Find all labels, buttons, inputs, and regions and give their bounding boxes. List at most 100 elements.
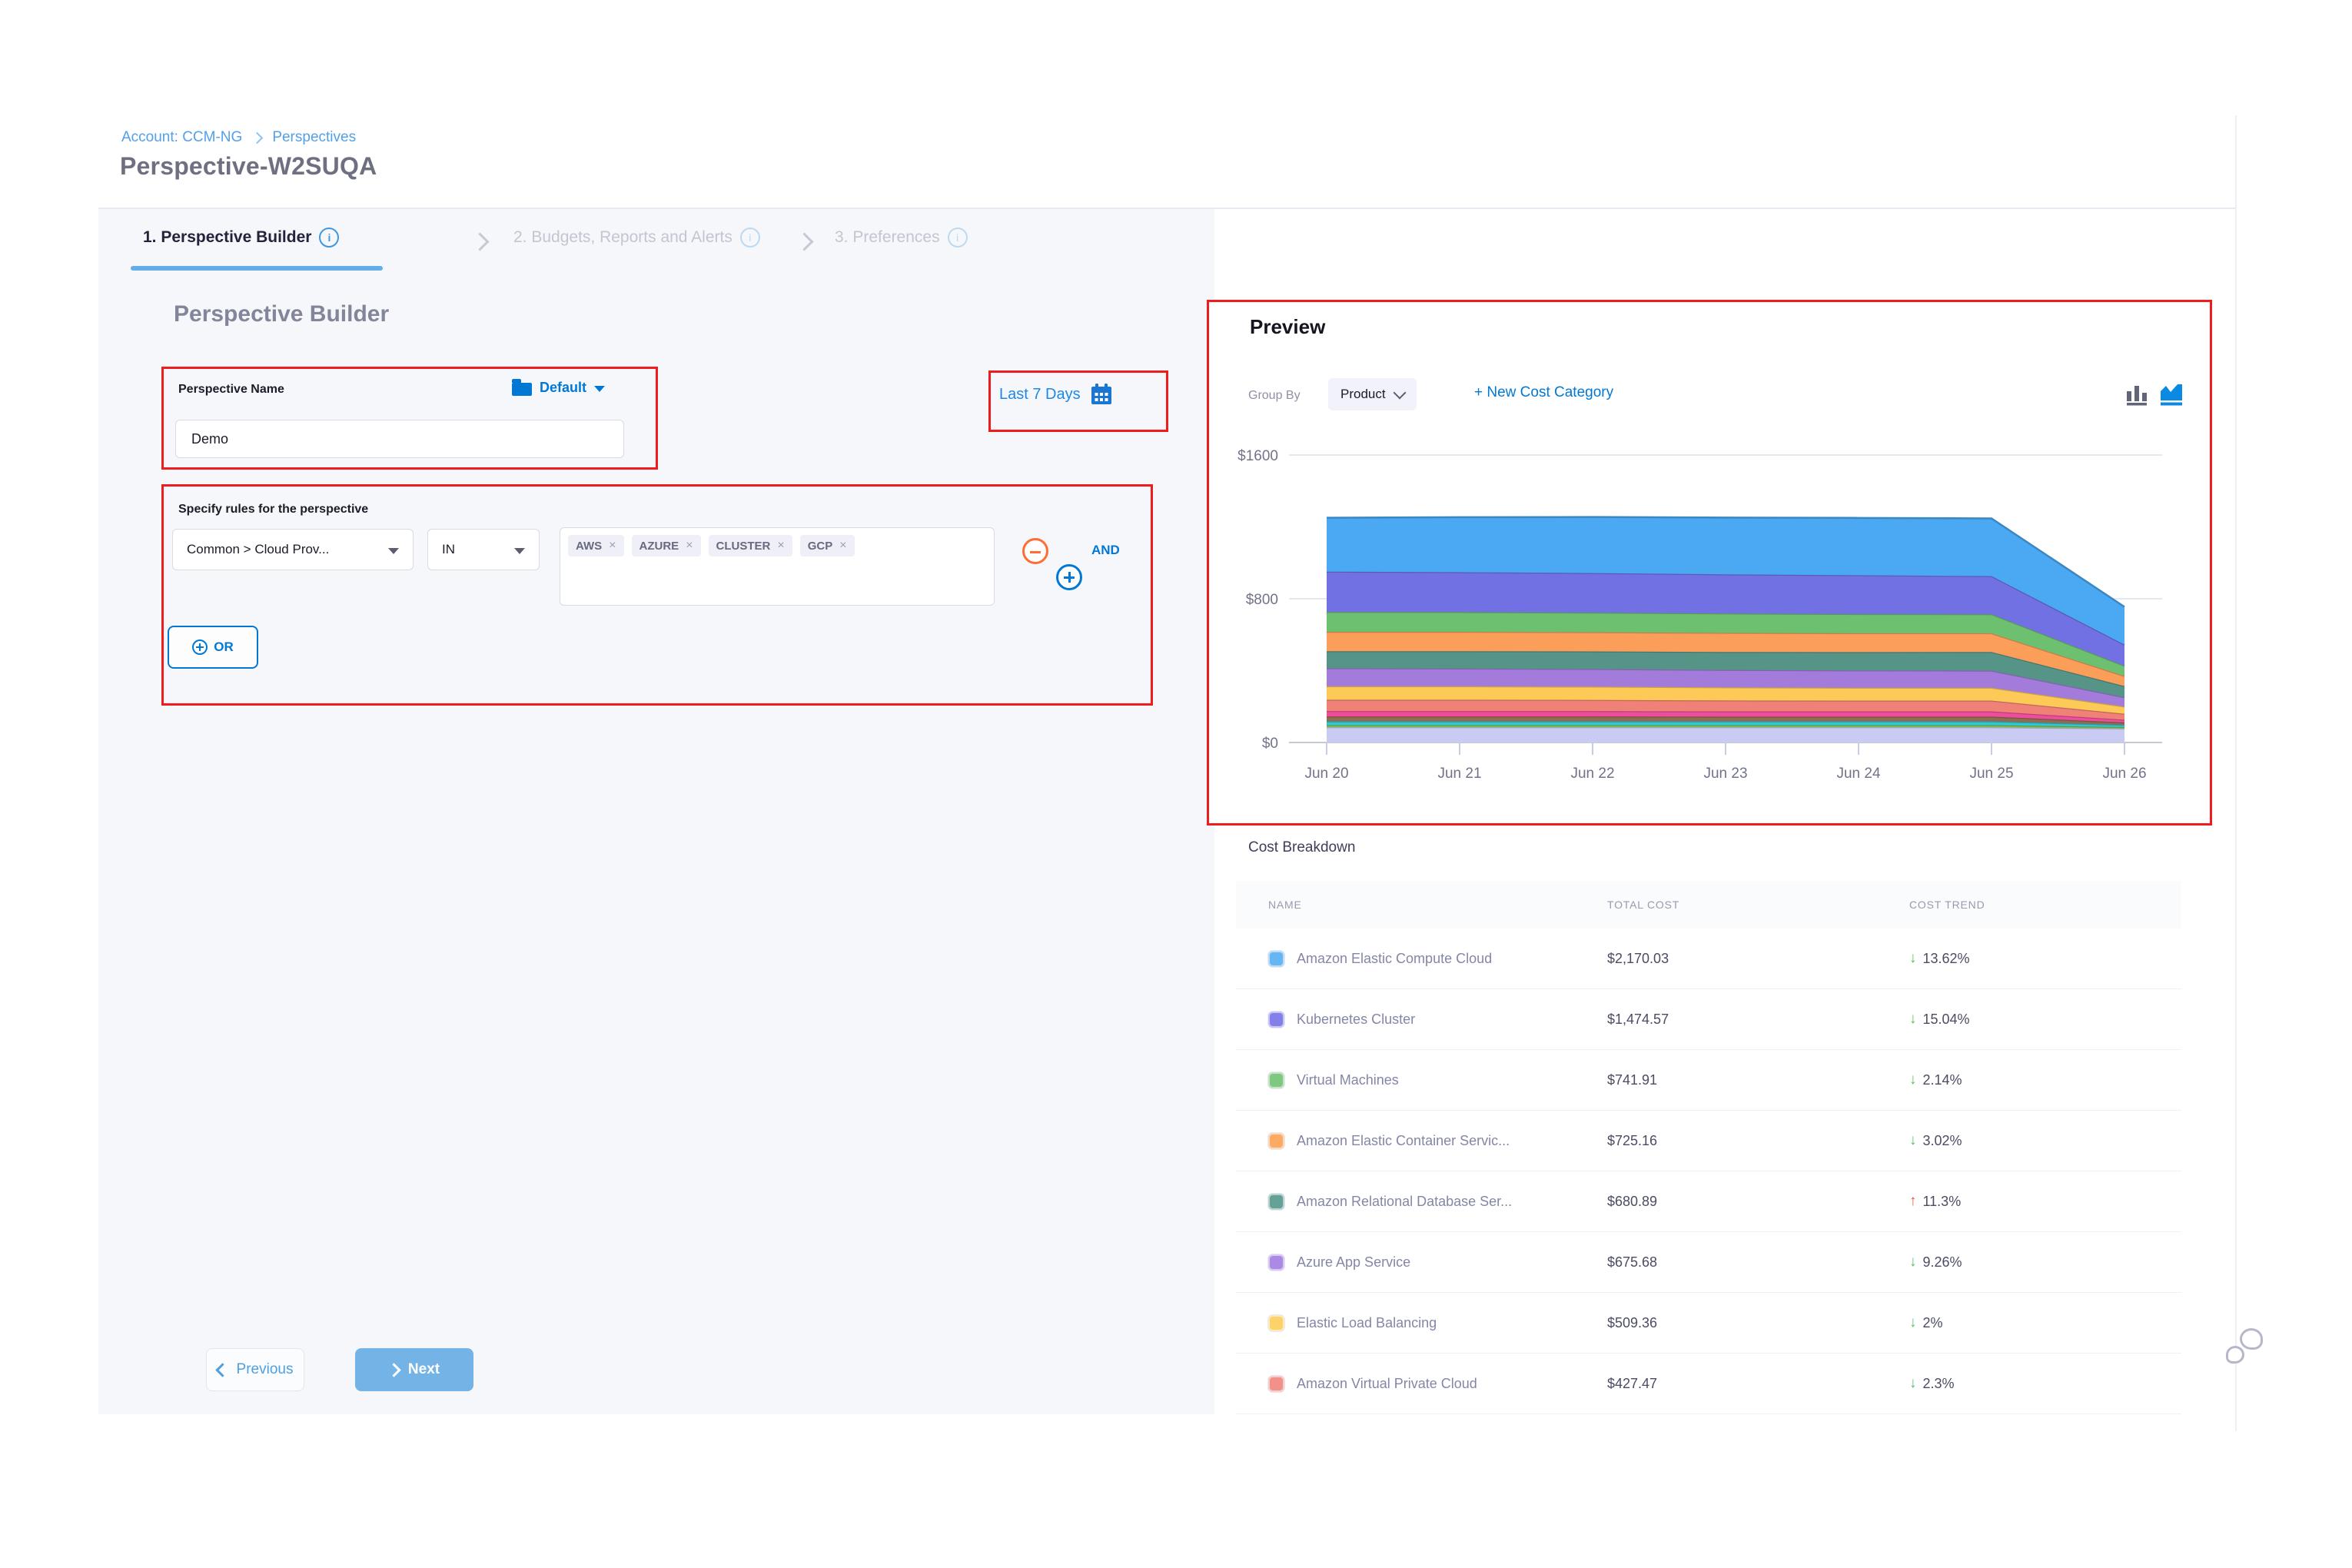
svg-text:Jun 24: Jun 24 [1836,766,1880,782]
info-icon[interactable] [319,228,339,247]
value-tag-aws[interactable]: AWS× [568,535,624,556]
trend-down-arrow-icon: ↓ [1909,1254,1917,1271]
plus-circle-icon [192,639,208,655]
value-tag-azure[interactable]: AZURE× [632,535,701,556]
trend-down-arrow-icon: ↓ [1909,1375,1917,1392]
remove-tag-icon[interactable]: × [686,539,693,553]
table-row: Amazon Virtual Private Cloud$427.47↓2.3% [1236,1354,2181,1414]
chevron-right-icon [387,1363,400,1377]
row-total-cost: $725.16 [1607,1133,1909,1149]
info-icon[interactable] [740,228,760,247]
svg-text:Jun 20: Jun 20 [1304,766,1348,782]
value-tag-cluster[interactable]: CLUSTER × [709,535,792,556]
page-title: Perspective-W2SUQA [120,152,377,181]
add-or-rule-button[interactable]: OR [168,626,258,669]
row-name[interactable]: Virtual Machines [1297,1072,1399,1088]
series-color-swatch [1268,1254,1284,1271]
table-header: NAME TOTAL COST COST TREND [1236,881,2181,929]
tab-perspective-builder[interactable]: 1. Perspective Builder [143,228,339,247]
table-row: Azure App Service $675.68↓ 9.26% [1236,1232,2181,1293]
date-range-label: Last 7 Days [999,386,1081,404]
row-name[interactable]: Azure App Service [1297,1254,1410,1271]
breadcrumb-account-link[interactable]: Account: CCM-NG [121,129,242,146]
perspective-builder-page: Account: CCM-NG Perspectives Perspective… [0,0,2352,1568]
rule-operator-select[interactable]: IN [427,529,540,570]
series-color-swatch [1268,1133,1284,1149]
trend-down-arrow-icon: ↓ [1909,1071,1917,1088]
row-total-cost: $680.89 [1607,1194,1909,1210]
preview-chart: $0$800$1600Jun 20Jun 21Jun 22Jun 23Jun 2… [1207,300,2207,821]
previous-button[interactable]: Previous [206,1348,304,1391]
svg-text:Jun 23: Jun 23 [1703,766,1747,782]
tab-budgets-reports-alerts[interactable]: 2. Budgets, Reports and Alerts [513,228,760,247]
add-rule-button[interactable] [1056,564,1082,590]
remove-tag-icon[interactable]: × [777,539,784,553]
table-row: Amazon Elastic Container Servic... $725.1… [1236,1111,2181,1171]
trend-down-arrow-icon: ↓ [1909,1314,1917,1331]
svg-text:Jun 26: Jun 26 [2102,766,2146,782]
previous-button-label: Previous [237,1361,294,1378]
row-trend-value: 9.26% [1923,1254,1962,1271]
table-row: Kubernetes Cluster$1,474.57↓15.04% [1236,989,2181,1050]
tab-label: 1. Perspective Builder [143,228,311,247]
next-button[interactable]: Next [355,1348,473,1391]
caret-down-icon [388,548,399,554]
value-tag-gcp[interactable]: GCP × [800,535,855,556]
folder-selector[interactable]: Default [512,380,605,396]
table-row: Elastic Load Balancing$509.36↓2% [1236,1293,2181,1354]
row-name[interactable]: Amazon Relational Database Ser... [1297,1194,1512,1210]
cost-breakdown-table: NAME TOTAL COST COST TREND Amazon Elasti… [1236,881,2181,1414]
rules-label: Specify rules for the perspective [178,503,368,517]
cost-breakdown-title: Cost Breakdown [1248,839,1355,856]
row-total-cost: $509.36 [1607,1315,1909,1331]
row-name[interactable]: Kubernetes Cluster [1297,1012,1415,1028]
info-icon[interactable] [948,228,968,247]
row-total-cost: $1,474.57 [1607,1012,1909,1028]
row-name[interactable]: Amazon Elastic Compute Cloud [1297,951,1492,967]
row-trend-value: 15.04% [1923,1012,1970,1028]
row-total-cost: $741.91 [1607,1072,1909,1088]
row-trend-value: 2.14% [1923,1072,1962,1088]
rule-values-box[interactable]: AWS× AZURE× CLUSTER × GCP × [560,527,995,606]
tab-preferences[interactable]: 3. Preferences [835,228,968,247]
rule-field-select[interactable]: Common > Cloud Prov... [172,529,414,570]
series-color-swatch [1268,1376,1284,1392]
series-color-swatch [1268,951,1284,967]
remove-tag-icon[interactable]: × [609,539,616,553]
breadcrumb: Account: CCM-NG Perspectives [121,129,356,146]
caret-down-icon [594,386,605,392]
remove-rule-button[interactable] [1022,538,1048,564]
svg-text:$0: $0 [1262,736,1278,752]
remove-tag-icon[interactable]: × [839,539,846,553]
support-chat-icon[interactable] [2226,1328,2266,1368]
breadcrumb-chevron-icon [251,132,264,145]
active-tab-underline [131,266,383,271]
svg-text:$1600: $1600 [1237,448,1278,464]
builder-heading: Perspective Builder [174,301,389,327]
calendar-icon [1090,383,1113,406]
next-button-label: Next [408,1361,440,1378]
breadcrumb-perspectives-link[interactable]: Perspectives [272,129,356,146]
row-name[interactable]: Elastic Load Balancing [1297,1315,1437,1331]
row-name[interactable]: Amazon Elastic Container Servic... [1297,1133,1510,1149]
column-header-total-cost: TOTAL COST [1607,899,1909,911]
row-trend-value: 11.3% [1923,1194,1962,1210]
folder-selector-label: Default [540,380,586,396]
row-trend-value: 13.62% [1923,951,1970,967]
perspective-name-input[interactable] [175,420,624,458]
value-tag-label: CLUSTER [716,540,771,553]
svg-text:Jun 21: Jun 21 [1437,766,1481,782]
row-trend-value: 2.3% [1923,1376,1955,1392]
caret-down-icon [514,548,525,554]
trend-down-arrow-icon: ↓ [1909,1132,1917,1149]
value-tag-label: GCP [808,540,833,553]
trend-down-arrow-icon: ↓ [1909,950,1917,967]
and-label: AND [1091,543,1120,558]
table-row: Amazon Elastic Compute Cloud$2,170.03↓13… [1236,929,2181,989]
svg-text:Jun 25: Jun 25 [1969,766,2013,782]
series-color-swatch [1268,1315,1284,1331]
row-name[interactable]: Amazon Virtual Private Cloud [1297,1376,1477,1392]
row-total-cost: $675.68 [1607,1254,1909,1271]
table-row: Virtual Machines $741.91↓ 2.14% [1236,1050,2181,1111]
date-range-picker[interactable]: Last 7 Days [999,383,1113,406]
